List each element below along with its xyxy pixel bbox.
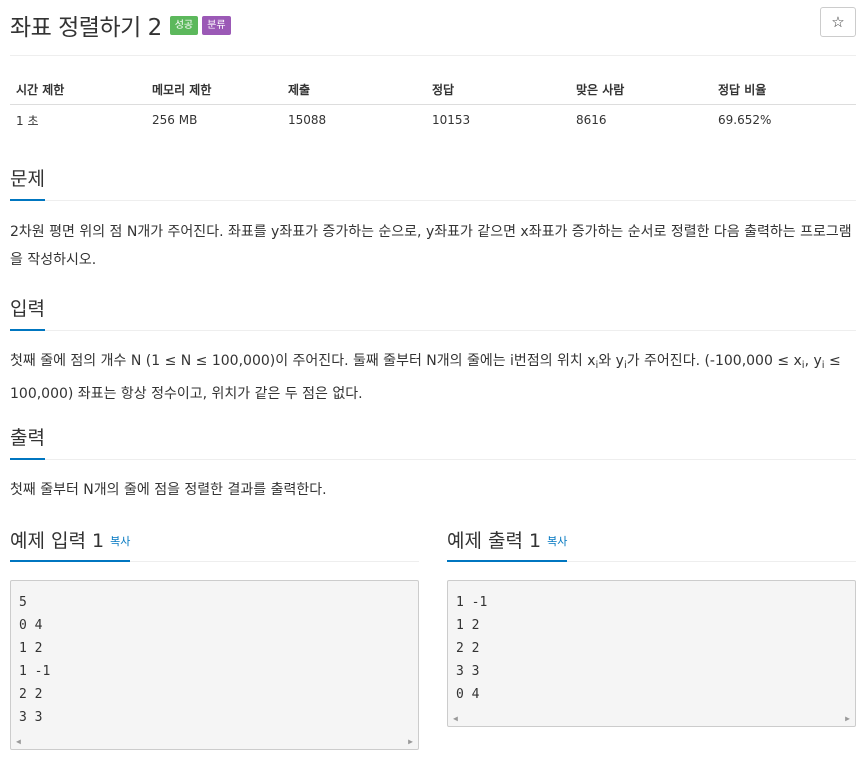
info-value-submissions[interactable]: 15088 <box>282 104 426 136</box>
sample-output-heading-bar: 예제 출력 1 복사 <box>447 526 856 562</box>
sample-output-line: 2 2 <box>456 641 480 656</box>
input-section-heading: 입력 <box>10 294 856 331</box>
info-value-memory-limit: 256 MB <box>152 113 198 128</box>
status-badge-success[interactable]: 성공 <box>169 15 199 35</box>
problem-header: 좌표 정렬하기 2 성공 분류 ☆ <box>10 0 856 56</box>
star-icon: ☆ <box>831 13 845 31</box>
input-text-part1: 첫째 줄에 점의 개수 N (1 ≤ N ≤ 100,000)이 주어진다. 둘… <box>10 353 596 369</box>
sample-output-box[interactable]: 1 -1 1 2 2 2 3 3 0 4 ◀ ▶ <box>447 580 856 727</box>
info-value-solved-users: 8616 <box>576 113 607 128</box>
sample-output-heading: 예제 출력 1 복사 <box>447 526 568 562</box>
sample-output-line: 0 4 <box>456 687 480 702</box>
info-header-accepted: 정답 <box>426 76 570 105</box>
sample-input-line: 1 2 <box>19 641 43 656</box>
sample-input-box[interactable]: 5 0 4 1 2 1 -1 2 2 3 3 ◀ ▶ <box>10 580 419 750</box>
sample-output-title: 예제 출력 1 <box>447 530 542 552</box>
input-description: 첫째 줄에 점의 개수 N (1 ≤ N ≤ 100,000)이 주어진다. 둘… <box>10 347 856 408</box>
sample-input-line: 2 2 <box>19 687 43 702</box>
title-row: 좌표 정렬하기 2 성공 분류 <box>10 8 231 42</box>
sample-input-lines: 5 0 4 1 2 1 -1 2 2 3 3 <box>11 581 418 729</box>
sample-output-line: 1 2 <box>456 618 480 633</box>
sample-output-line: 1 -1 <box>456 595 488 610</box>
sample-input-line: 3 3 <box>19 710 43 725</box>
info-header-solved-users: 맞은 사람 <box>570 76 712 105</box>
info-header-memory-limit: 메모리 제한 <box>146 76 282 105</box>
horizontal-scrollbar[interactable]: ◀ ▶ <box>11 733 418 749</box>
sample-output-lines: 1 -1 1 2 2 2 3 3 0 4 <box>448 581 855 706</box>
horizontal-scrollbar[interactable]: ◀ ▶ <box>448 710 855 726</box>
sample-input-line: 0 4 <box>19 618 43 633</box>
scroll-left-icon[interactable]: ◀ <box>453 714 458 723</box>
input-text-part3: 가 주어진다. (-100,000 ≤ x <box>626 353 802 369</box>
info-header-row: 시간 제한 메모리 제한 제출 정답 맞은 사람 정답 비율 <box>10 76 856 105</box>
scroll-right-icon[interactable]: ▶ <box>845 714 850 723</box>
info-header-time-limit: 시간 제한 <box>10 76 146 105</box>
problem-page: 좌표 정렬하기 2 성공 분류 ☆ 시간 제한 메모리 제한 제출 정답 맞은 … <box>10 0 856 750</box>
info-value-time-limit: 1 초 <box>16 113 39 128</box>
info-value-row: 1 초 256 MB 15088 10153 8616 69.652% <box>10 104 856 136</box>
problem-heading: 문제 <box>10 164 45 201</box>
favorite-star-button[interactable]: ☆ <box>820 7 856 37</box>
output-heading: 출력 <box>10 423 45 460</box>
scroll-left-icon[interactable]: ◀ <box>16 737 21 746</box>
output-description: 첫째 줄부터 N개의 줄에 점을 정렬한 결과를 출력한다. <box>10 482 327 498</box>
input-text-part2: 와 y <box>598 353 624 369</box>
sample-input-line: 1 -1 <box>19 664 51 679</box>
scroll-right-icon[interactable]: ▶ <box>408 737 413 746</box>
info-value-ratio: 69.652% <box>718 113 772 128</box>
info-value-accepted: 10153 <box>432 113 471 128</box>
sample-output-line: 3 3 <box>456 664 480 679</box>
sample-input-heading: 예제 입력 1 복사 <box>10 526 131 562</box>
sample-input-line: 5 <box>19 595 27 610</box>
category-badge[interactable]: 분류 <box>202 15 231 35</box>
page-title: 좌표 정렬하기 2 <box>10 15 162 41</box>
input-heading: 입력 <box>10 294 45 331</box>
copy-sample-input-link[interactable]: 복사 <box>110 535 130 548</box>
info-header-ratio: 정답 비율 <box>712 76 856 105</box>
input-text-part4: , y <box>804 353 822 369</box>
problem-info-table: 시간 제한 메모리 제한 제출 정답 맞은 사람 정답 비율 1 초 256 M… <box>10 76 856 136</box>
problem-section-heading: 문제 <box>10 164 856 201</box>
info-header-submissions: 제출 <box>282 76 426 105</box>
sample-input-heading-bar: 예제 입력 1 복사 <box>10 526 419 562</box>
problem-description: 2차원 평면 위의 점 N개가 주어진다. 좌표를 y좌표가 증가하는 순으로,… <box>10 224 852 268</box>
copy-sample-output-link[interactable]: 복사 <box>547 535 567 548</box>
sample-input-title: 예제 입력 1 <box>10 530 105 552</box>
output-section-heading: 출력 <box>10 423 856 460</box>
